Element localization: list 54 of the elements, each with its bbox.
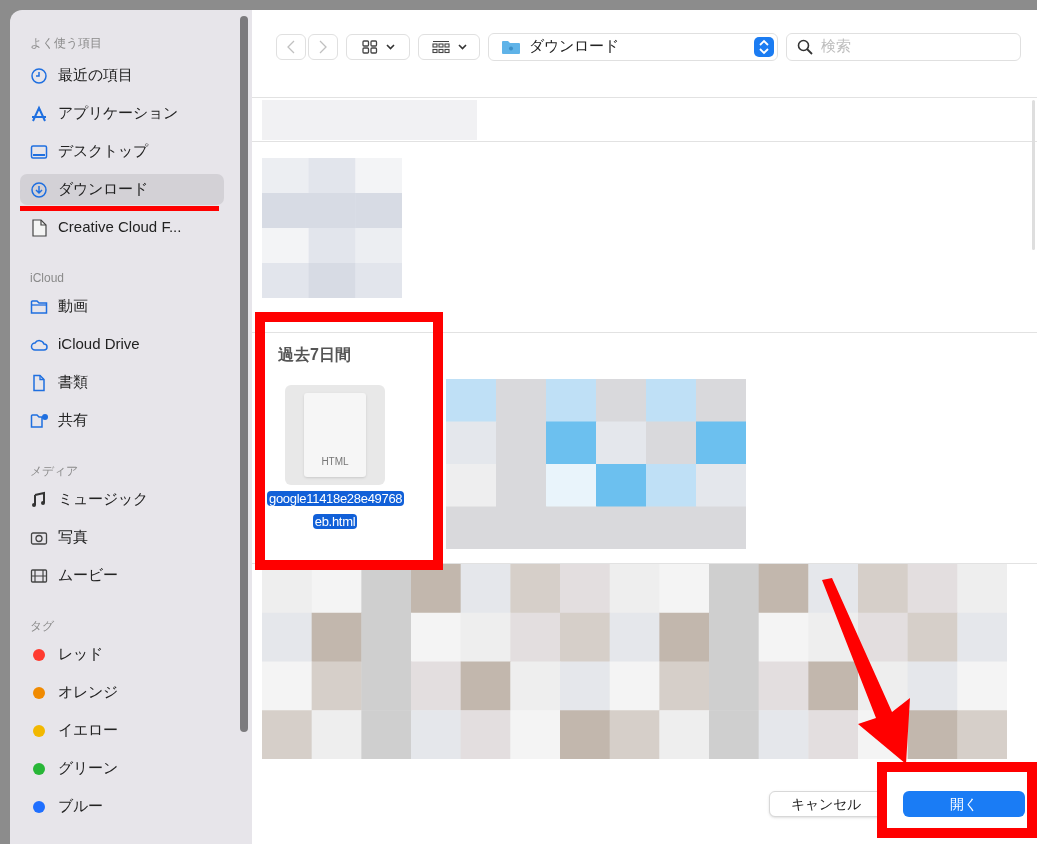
grid-icon: [361, 39, 378, 54]
music-note-icon: [30, 490, 48, 509]
download-icon: [30, 180, 48, 199]
search-icon: [797, 38, 813, 55]
sidebar-heading: iCloud: [29, 270, 66, 287]
open-button[interactable]: 開く: [903, 791, 1025, 817]
forward-button[interactable]: [308, 33, 338, 60]
folder-icon: [30, 297, 48, 316]
sidebar-item[interactable]: 書類: [20, 367, 224, 398]
scrollbar[interactable]: [240, 16, 248, 732]
sidebar-heading: タグ: [29, 618, 55, 635]
stepper-icon: [754, 36, 774, 57]
forward-icon: [319, 39, 327, 54]
clock-icon: [30, 66, 48, 85]
view-mode-button[interactable]: [346, 33, 410, 60]
group-button[interactable]: [418, 33, 480, 60]
sidebar-item[interactable]: アプリケーション: [20, 98, 224, 129]
document-icon: [30, 218, 48, 237]
file-type-label: HTML: [321, 455, 349, 469]
sidebar-item[interactable]: イエロー: [20, 715, 224, 746]
chevron-down-icon: [457, 43, 467, 50]
back-button[interactable]: [276, 33, 306, 60]
chevron-down-icon: [385, 43, 395, 50]
shared-folder-icon: [30, 411, 48, 430]
sidebar-heading: よく使う項目: [29, 35, 103, 52]
desktop-icon: [30, 142, 48, 161]
sidebar-item[interactable]: オレンジ: [20, 677, 224, 708]
app-store-icon: [30, 104, 48, 123]
group-grid-icon: [431, 39, 450, 54]
sidebar-item[interactable]: 写真: [20, 522, 224, 553]
folder-icon: [501, 38, 521, 55]
sidebar-item[interactable]: ミュージック: [20, 484, 224, 515]
sidebar-heading: メディア: [29, 463, 79, 480]
sidebar-item[interactable]: iCloud Drive: [20, 329, 224, 360]
film-icon: [30, 566, 48, 585]
sidebar-item[interactable]: デスクトップ: [20, 136, 224, 167]
location-label: ダウンロード: [529, 36, 620, 57]
scrollbar[interactable]: [1032, 100, 1035, 250]
sidebar-item[interactable]: 最近の項目: [20, 60, 224, 91]
file-thumbnail[interactable]: HTML: [285, 385, 385, 485]
sidebar-item[interactable]: グリーン: [20, 753, 224, 784]
section-heading: 過去7日間: [278, 345, 351, 365]
sidebar-item[interactable]: 動画: [20, 291, 224, 322]
sidebar-item[interactable]: レッド: [20, 639, 224, 670]
sidebar-item[interactable]: Creative Cloud F...: [20, 212, 224, 243]
back-icon: [287, 39, 295, 54]
sidebar-item[interactable]: ダウンロード: [20, 174, 224, 205]
location-popup[interactable]: ダウンロード: [488, 32, 778, 61]
sidebar-item[interactable]: ブルー: [20, 791, 224, 822]
search-field[interactable]: 検索: [786, 32, 1021, 61]
search-input[interactable]: 検索: [821, 35, 1020, 58]
document-icon: [30, 373, 48, 392]
sidebar-item[interactable]: 共有: [20, 405, 224, 436]
sidebar-item[interactable]: ムービー: [20, 560, 224, 591]
